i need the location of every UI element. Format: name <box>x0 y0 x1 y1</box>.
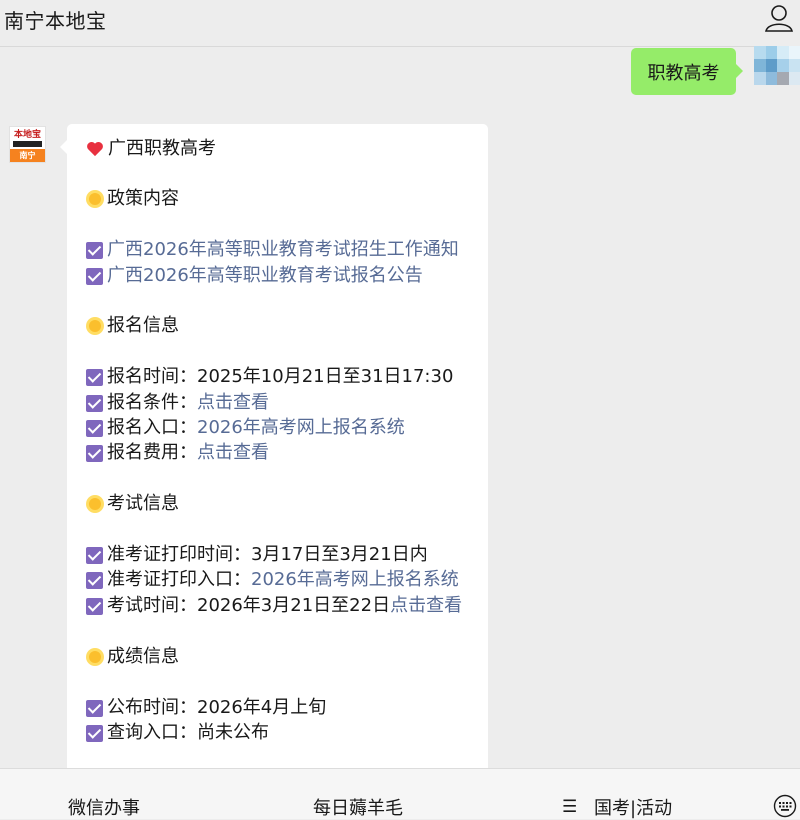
checkbox-icon <box>86 267 103 285</box>
registration-conditions-row: 报名条件： 点击查看 <box>86 391 269 415</box>
bot-avatar[interactable]: 本地宝 南宁 <box>9 126 46 163</box>
exam-time-row: 考试时间： 2026年3月21日至22日 点击查看 <box>86 594 462 618</box>
registration-conditions-label: 报名条件： <box>107 392 197 413</box>
policy-link-2-row: 广西2026年高等职业教育考试报名公告 <box>86 264 423 288</box>
sun-icon <box>89 651 101 663</box>
reply-title: 广西职教高考 <box>108 138 216 159</box>
admit-time-label: 准考证打印时间： <box>107 544 251 565</box>
admit-time-row: 准考证打印时间： 3月17日至3月21日内 <box>86 543 428 567</box>
policy-link-1[interactable]: 广西2026年高等职业教育考试招生工作通知 <box>107 238 459 262</box>
score-publish-label: 公布时间： <box>107 697 197 718</box>
registration-time-value: 2025年10月21日至31日17:30 <box>197 366 454 387</box>
exam-time-value: 2026年3月21日至22日 <box>197 595 391 616</box>
bot-logo-city: 南宁 <box>10 149 45 162</box>
admit-entry-link[interactable]: 2026年高考网上报名系统 <box>251 568 459 592</box>
admit-entry-label: 准考证打印入口： <box>107 569 251 590</box>
admit-time-value: 3月17日至3月21日内 <box>251 544 428 565</box>
section-heading-exam: 考试信息 <box>86 492 179 516</box>
checkbox-icon <box>86 699 103 717</box>
section-heading-policy: 政策内容 <box>86 187 179 211</box>
score-query-value: 尚未公布 <box>197 722 269 743</box>
registration-time-label: 报名时间： <box>107 366 197 387</box>
registration-conditions-link[interactable]: 点击查看 <box>197 391 269 415</box>
outgoing-message-row: 职教高考 <box>0 46 800 107</box>
sun-icon <box>89 193 101 205</box>
section-heading-text: 成绩信息 <box>107 646 179 667</box>
score-publish-row: 公布时间： 2026年4月上旬 <box>86 696 326 720</box>
registration-fee-row: 报名费用： 点击查看 <box>86 441 269 465</box>
my-avatar[interactable] <box>754 46 800 85</box>
sun-icon <box>89 498 101 510</box>
registration-entry-link[interactable]: 2026年高考网上报名系统 <box>197 416 405 440</box>
checkbox-icon <box>86 724 103 742</box>
exam-time-label: 考试时间： <box>107 595 197 616</box>
reply-message-bubble: 广西职教高考 政策内容 广西2026年高等职业教育考试招生工作通知 广西2026… <box>60 124 488 784</box>
section-heading-text: 考试信息 <box>107 493 179 514</box>
bot-logo-bar <box>13 141 42 147</box>
checkbox-icon <box>86 444 103 462</box>
score-query-row: 查询入口： 尚未公布 <box>86 721 269 745</box>
chat-title: 南宁本地宝 <box>4 9 107 33</box>
registration-fee-link[interactable]: 点击查看 <box>197 441 269 465</box>
admit-entry-row: 准考证打印入口： 2026年高考网上报名系统 <box>86 568 459 592</box>
score-publish-value: 2026年4月上旬 <box>197 697 327 718</box>
section-heading-registration: 报名信息 <box>86 314 179 338</box>
section-heading-score: 成绩信息 <box>86 645 179 669</box>
exam-time-link[interactable]: 点击查看 <box>390 594 462 618</box>
checkbox-icon <box>86 368 103 386</box>
checkbox-icon <box>86 419 103 437</box>
keyboard-icon[interactable] <box>773 794 797 818</box>
checkbox-icon <box>86 597 103 615</box>
policy-link-2[interactable]: 广西2026年高等职业教育考试报名公告 <box>107 264 423 288</box>
tab-exam-activities[interactable]: 国考|活动 <box>594 794 672 820</box>
heart-icon <box>87 141 103 157</box>
outgoing-message-text: 职教高考 <box>647 62 720 84</box>
sun-icon <box>89 320 101 332</box>
score-query-label: 查询入口： <box>107 722 197 743</box>
reply-title-line: 广西职教高考 <box>86 137 216 161</box>
bot-logo-text: 本地宝 <box>13 130 41 140</box>
checkbox-icon <box>86 241 103 259</box>
registration-time-row: 报名时间： 2025年10月21日至31日17:30 <box>86 365 453 389</box>
menu-lines-icon: ☰ <box>562 797 578 817</box>
checkbox-icon <box>86 394 103 412</box>
registration-entry-label: 报名入口： <box>107 417 197 438</box>
registration-entry-row: 报名入口： 2026年高考网上报名系统 <box>86 416 405 440</box>
bottom-menu-bar: 微信办事 每日薅羊毛 ☰ 国考|活动 <box>0 768 800 819</box>
checkbox-icon <box>86 571 103 589</box>
section-heading-text: 政策内容 <box>107 188 179 209</box>
tab-daily-deals[interactable]: 每日薅羊毛 <box>313 794 403 820</box>
outgoing-message-bubble[interactable]: 职教高考 <box>631 48 743 95</box>
chat-header: 南宁本地宝 <box>0 0 800 47</box>
section-heading-text: 报名信息 <box>107 315 179 336</box>
user-icon[interactable] <box>764 3 794 33</box>
checkbox-icon <box>86 546 103 564</box>
tab-wechat-services[interactable]: 微信办事 <box>68 794 140 820</box>
registration-fee-label: 报名费用： <box>107 442 197 463</box>
policy-link-1-row: 广西2026年高等职业教育考试招生工作通知 <box>86 238 459 262</box>
